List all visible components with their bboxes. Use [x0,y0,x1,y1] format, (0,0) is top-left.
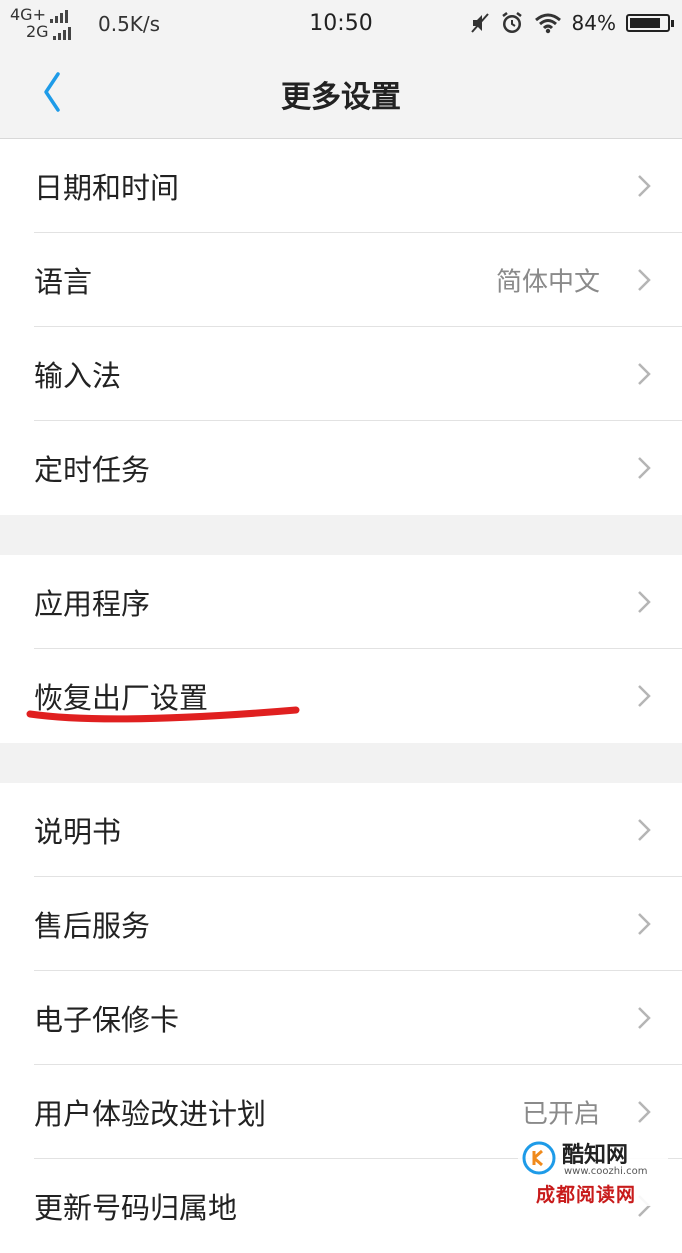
chevron-right-icon [638,1101,651,1123]
settings-item-label: 日期和时间 [34,171,180,205]
red-underline-annotation [26,706,300,723]
mute-icon [470,13,489,33]
chevron-right-icon [638,363,651,385]
watermark-site2: 成都阅读网 [532,1180,658,1206]
settings-item-language[interactable]: 语言 简体中文 [0,233,682,327]
chevron-right-icon [638,913,651,935]
settings-group: 日期和时间 语言 简体中文 输入法 定时任务 [0,139,682,515]
coozhi-logo-icon [522,1141,556,1175]
page-title: 更多设置 [281,80,401,115]
settings-item-label: 售后服务 [34,909,151,943]
settings-item-after-sales[interactable]: 售后服务 [0,877,682,971]
battery-icon [626,14,674,32]
chevron-right-icon [638,175,651,197]
status-bar: 4G+ 2G 0.5K/s 10:50 84% [0,0,682,48]
watermark-site-url: www.coozhi.com [564,1166,648,1177]
chevron-right-icon [638,591,651,613]
settings-item-applications[interactable]: 应用程序 [0,555,682,649]
chevron-right-icon [638,685,651,707]
chevron-right-icon [638,269,651,291]
settings-item-value: 已开启 [521,1099,600,1130]
alarm-icon [501,12,522,33]
watermark-site2-text: 成都阅读网 [536,1184,637,1206]
settings-item-label: 语言 [34,265,93,299]
watermark-site-name: 酷知网 [562,1143,629,1168]
settings-item-label: 应用程序 [34,587,151,621]
chevron-right-icon [638,1007,651,1029]
settings-item-warranty-card[interactable]: 电子保修卡 [0,971,682,1065]
chevron-right-icon [638,457,651,479]
settings-item-label: 定时任务 [34,453,151,487]
settings-item-scheduled-tasks[interactable]: 定时任务 [0,421,682,515]
wifi-icon [534,13,561,34]
group-separator [0,515,682,555]
settings-item-factory-reset[interactable]: 恢复出厂设置 [0,649,682,743]
settings-item-label: 电子保修卡 [34,1003,180,1037]
settings-list: 日期和时间 语言 简体中文 输入法 定时任务 应用程序 恢复出厂设置 说明书 售… [0,139,682,1253]
group-separator [0,743,682,783]
watermark-coozhi: 酷知网 www.coozhi.com [518,1136,668,1182]
settings-item-label: 说明书 [34,815,122,849]
settings-item-label: 更新号码归属地 [34,1191,238,1225]
settings-item-label: 用户体验改进计划 [34,1097,267,1131]
settings-item-manual[interactable]: 说明书 [0,783,682,877]
nav-bar: 更多设置 [0,48,682,139]
chevron-right-icon [638,819,651,841]
settings-item-date-time[interactable]: 日期和时间 [0,139,682,233]
settings-item-input-method[interactable]: 输入法 [0,327,682,421]
battery-percent: 84% [571,11,616,35]
settings-item-value: 简体中文 [495,267,600,298]
settings-item-label: 输入法 [34,359,122,393]
